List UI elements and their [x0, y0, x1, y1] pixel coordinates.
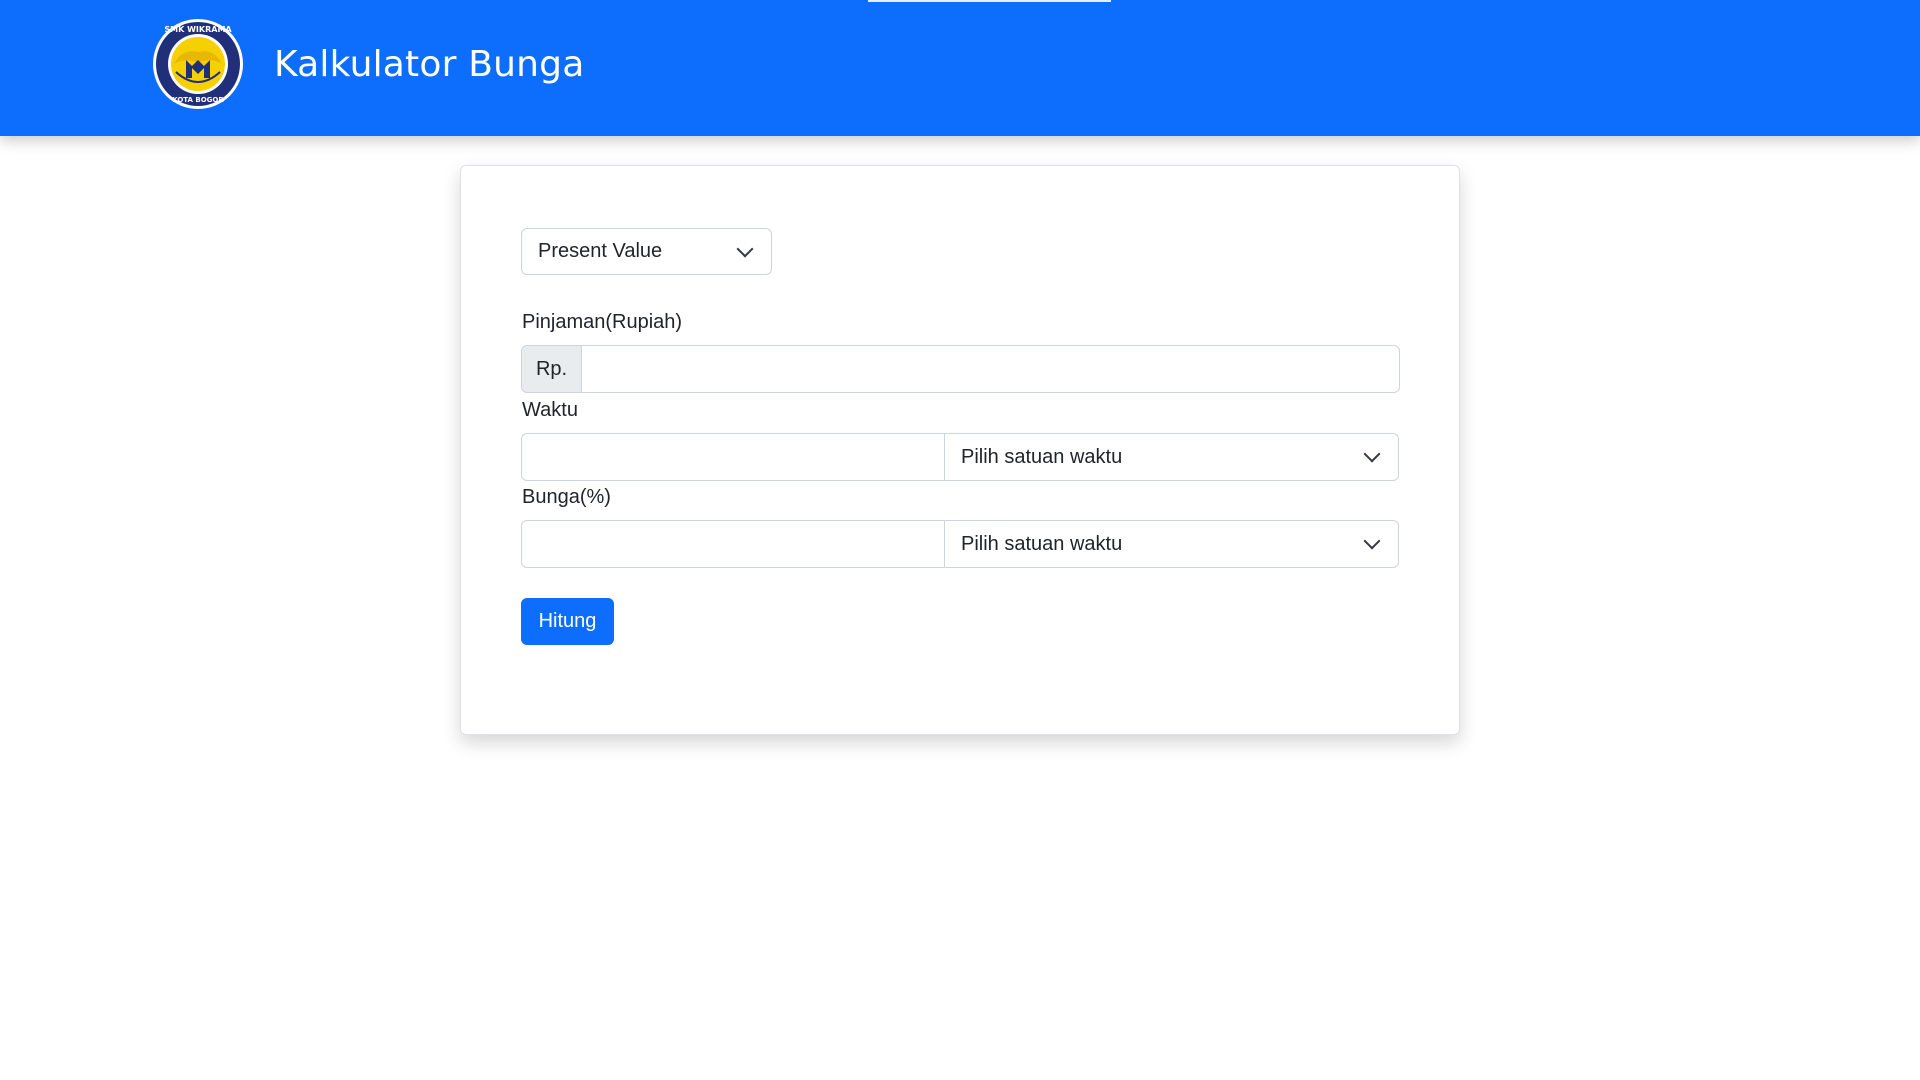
- brand[interactable]: SMK WIKRAMA KOTA BOGOR Kalkulator Bunga: [152, 18, 584, 110]
- logo-text-top: SMK WIKRAMA: [164, 25, 232, 34]
- logo-text-bottom: KOTA BOGOR: [172, 96, 224, 104]
- bunga-unit-select[interactable]: Pilih satuan waktu: [944, 520, 1399, 568]
- waktu-label: Waktu: [522, 399, 578, 421]
- waktu-unit-select[interactable]: Pilih satuan waktu: [944, 433, 1399, 481]
- calculation-mode-select[interactable]: Present Value: [521, 228, 772, 275]
- app-title: Kalkulator Bunga: [274, 43, 585, 85]
- waktu-unit-value: Pilih satuan waktu: [961, 445, 1123, 468]
- chevron-down-icon: [1363, 532, 1381, 550]
- calculation-mode-value: Present Value: [538, 240, 663, 262]
- header-navbar: SMK WIKRAMA KOTA BOGOR Kalkulator Bunga: [0, 0, 1920, 136]
- bunga-input-group: Pilih satuan waktu: [521, 520, 1400, 568]
- calculator-card: Present Value Pinjaman(Rupiah) Rp. Waktu…: [460, 165, 1460, 735]
- pinjaman-input[interactable]: [582, 345, 1400, 393]
- rupiah-prefix: Rp.: [521, 345, 582, 393]
- school-logo-icon: SMK WIKRAMA KOTA BOGOR: [153, 19, 243, 109]
- chevron-down-icon: [736, 240, 754, 257]
- pinjaman-input-group: Rp.: [521, 345, 1400, 393]
- bunga-label: Bunga(%): [522, 486, 611, 508]
- top-indicator-bar: [868, 0, 1111, 2]
- pinjaman-label: Pinjaman(Rupiah): [522, 311, 683, 333]
- hitung-button[interactable]: Hitung: [521, 598, 614, 645]
- bunga-input[interactable]: [521, 520, 945, 568]
- chevron-down-icon: [1363, 445, 1381, 463]
- waktu-input-group: Pilih satuan waktu: [521, 433, 1400, 481]
- bunga-unit-value: Pilih satuan waktu: [961, 532, 1123, 555]
- waktu-input[interactable]: [521, 433, 945, 481]
